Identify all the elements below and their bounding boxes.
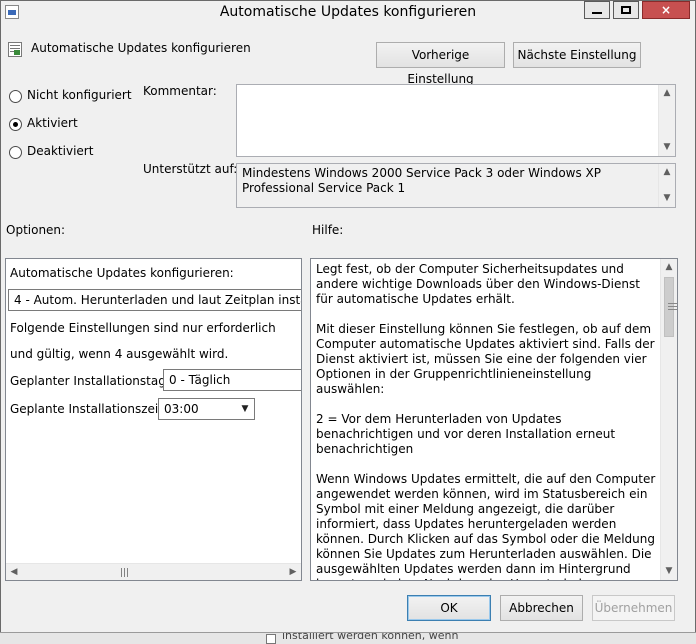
radio-label: Aktiviert [27, 116, 78, 130]
options-horizontal-scrollbar[interactable]: ◀ ||| ▶ [6, 563, 301, 580]
policy-icon [8, 42, 22, 57]
scroll-grip-icon[interactable]: ||| [120, 568, 129, 578]
cancel-button[interactable]: Abbrechen [500, 595, 583, 621]
install-day-dropdown[interactable]: 0 - Täglich [163, 369, 301, 391]
install-time-label: Geplante Installationszeit: [10, 402, 167, 416]
radio-label: Nicht konfiguriert [27, 88, 132, 102]
scroll-right-icon[interactable]: ▶ [285, 564, 301, 580]
radio-button[interactable] [9, 90, 22, 103]
options-panel: Automatische Updates konfigurieren: 4 - … [5, 258, 302, 581]
help-paragraph: 2 = Vor dem Herunterladen von Updates be… [316, 412, 616, 456]
options-label: Optionen: [6, 223, 66, 237]
scroll-thumb[interactable] [664, 277, 677, 337]
help-text: Legt fest, ob der Computer Sicherheitsup… [316, 262, 660, 580]
background-window-strip: installiert werden können, wenn [0, 632, 696, 644]
dialog-window: Automatische Updates konfigurieren × Aut… [0, 0, 696, 644]
configure-dropdown[interactable]: 4 - Autom. Herunterladen und laut Zeitpl… [8, 289, 301, 311]
install-time-value: 03:00 [164, 402, 199, 416]
note-line-1: Folgende Einstellungen sind nur erforder… [10, 321, 276, 335]
ok-button[interactable]: OK [407, 595, 491, 621]
apply-button[interactable]: Übernehmen [592, 595, 675, 621]
maximize-button[interactable] [613, 1, 639, 19]
scroll-left-icon[interactable]: ◀ [6, 564, 22, 580]
radio-button[interactable] [9, 118, 22, 131]
background-text: installiert werden können, wenn [282, 632, 459, 642]
help-paragraph: Mit dieser Einstellung können Sie festle… [316, 322, 655, 396]
title-bar[interactable]: Automatische Updates konfigurieren × [1, 1, 695, 26]
supported-field: Mindestens Windows 2000 Service Pack 3 o… [236, 163, 676, 208]
close-button[interactable]: × [642, 1, 690, 19]
next-setting-button[interactable]: Nächste Einstellung [513, 42, 641, 68]
scroll-down-icon[interactable]: ▼ [661, 563, 677, 580]
install-day-label: Geplanter Installationstag: [10, 374, 170, 388]
radio-button[interactable] [9, 146, 22, 159]
supported-scrollbar[interactable]: ▲ ▼ [658, 164, 675, 207]
minimize-icon [592, 12, 602, 14]
help-panel: Legt fest, ob der Computer Sicherheitsup… [310, 258, 678, 581]
comment-label: Kommentar: [143, 84, 217, 98]
supported-value: Mindestens Windows 2000 Service Pack 3 o… [242, 166, 601, 195]
supported-label: Unterstützt auf: [143, 162, 238, 176]
previous-setting-button[interactable]: Vorherige Einstellung [376, 42, 505, 86]
help-scrollbar[interactable]: ▲ ▼ [660, 259, 677, 580]
help-label: Hilfe: [312, 223, 344, 237]
policy-title: Automatische Updates konfigurieren [31, 41, 251, 55]
configure-label: Automatische Updates konfigurieren: [10, 266, 234, 280]
help-paragraph: Legt fest, ob der Computer Sicherheitsup… [316, 262, 640, 306]
maximize-icon [621, 6, 631, 14]
scroll-down-icon[interactable]: ▼ [659, 190, 675, 207]
scroll-up-icon[interactable]: ▲ [659, 164, 675, 181]
minimize-button[interactable] [584, 1, 610, 19]
chevron-down-icon[interactable]: ▼ [238, 401, 252, 417]
radio-label: Deaktiviert [27, 144, 94, 158]
comment-field[interactable]: ▲ ▼ [236, 84, 676, 157]
comment-scrollbar[interactable]: ▲ ▼ [658, 85, 675, 156]
help-paragraph: Wenn Windows Updates ermittelt, die auf … [316, 472, 656, 580]
scroll-up-icon[interactable]: ▲ [659, 85, 675, 102]
note-line-2: und gültig, wenn 4 ausgewählt wird. [10, 347, 229, 361]
background-checkbox [266, 634, 276, 644]
scroll-up-icon[interactable]: ▲ [661, 259, 677, 276]
scroll-down-icon[interactable]: ▼ [659, 139, 675, 156]
install-time-dropdown[interactable]: 03:00 ▼ [158, 398, 255, 420]
